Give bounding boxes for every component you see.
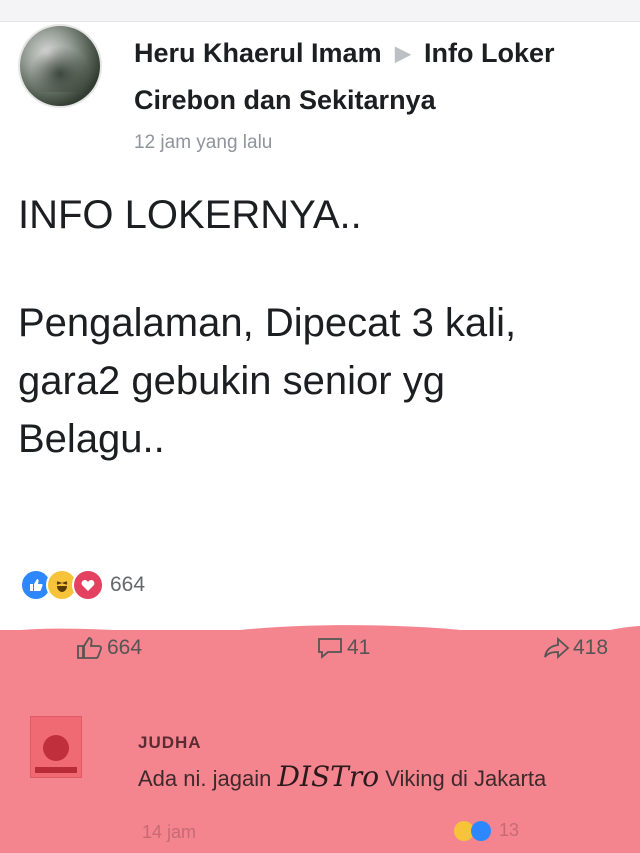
comment-text-script: DISTro bbox=[277, 760, 380, 793]
comment-text-prefix: Ada ni. jagain bbox=[138, 766, 272, 791]
comment-icon bbox=[318, 638, 342, 659]
reaction-count[interactable]: 664 bbox=[110, 573, 145, 597]
comment-time[interactable]: 14 jam bbox=[142, 822, 196, 842]
post-text-line: INFO LOKERNYA.. bbox=[18, 193, 362, 237]
author-name[interactable]: Heru Khaerul Imam bbox=[134, 38, 382, 68]
group-name-line2[interactable]: Cirebon dan Sekitarnya bbox=[134, 85, 436, 115]
commenter-name[interactable]: JUDHA bbox=[138, 733, 202, 753]
like-count: 664 bbox=[107, 636, 143, 659]
comment-reactions[interactable]: 13 bbox=[454, 820, 519, 841]
like-button[interactable]: 664 bbox=[76, 636, 142, 660]
like-reaction-icon bbox=[471, 820, 491, 841]
share-icon bbox=[544, 636, 570, 660]
share-button[interactable]: 418 bbox=[542, 636, 608, 660]
thumbs-up-icon bbox=[77, 637, 103, 659]
arrow-right-icon: ▶ bbox=[395, 43, 411, 65]
share-count: 418 bbox=[573, 636, 609, 659]
post-timestamp[interactable]: 12 jam yang lalu bbox=[134, 132, 272, 154]
post-text-line: Belagu.. bbox=[18, 417, 165, 461]
top-bar bbox=[0, 0, 640, 22]
post-text-line: Pengalaman, Dipecat 3 kali, bbox=[18, 301, 517, 345]
comment-reaction-count: 13 bbox=[499, 820, 520, 840]
reactions-summary[interactable]: 664 bbox=[20, 568, 145, 602]
comment-text: Ada ni. jagain DISTro Viking di Jakarta bbox=[138, 760, 638, 793]
comment-button[interactable]: 41 bbox=[316, 636, 370, 660]
post-header: Heru Khaerul Imam ▶ Info Loker Cirebon d… bbox=[134, 30, 634, 123]
author-avatar[interactable] bbox=[18, 24, 102, 108]
commenter-avatar[interactable] bbox=[30, 716, 82, 778]
post-action-bar: 664 41 418 bbox=[0, 636, 640, 676]
comment-text-suffix: Viking di Jakarta bbox=[385, 766, 547, 791]
post-text-line: gara2 gebukin senior yg bbox=[18, 359, 445, 403]
comment-count: 41 bbox=[347, 636, 371, 659]
love-reaction-icon bbox=[72, 569, 104, 601]
group-name-line1[interactable]: Info Loker bbox=[424, 38, 555, 68]
post-body: INFO LOKERNYA.. Pengalaman, Dipecat 3 ka… bbox=[18, 186, 638, 468]
